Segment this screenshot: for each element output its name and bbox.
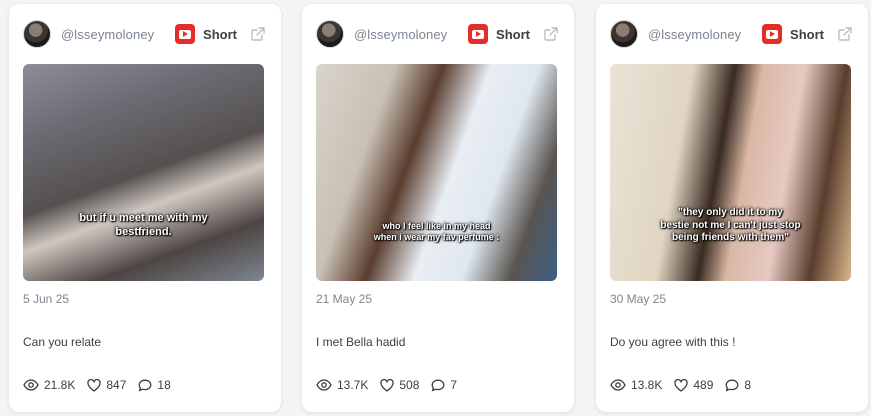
content-type-label: Short	[790, 26, 824, 42]
engagement-stats: 13.8K 489 8	[610, 378, 854, 392]
post-title: Do you agree with this !	[610, 335, 736, 349]
post-date: 5 Jun 25	[23, 292, 70, 306]
post-title: I met Bella hadid	[316, 335, 406, 349]
video-thumbnail[interactable]: but if u meet me with my bestfriend.	[23, 64, 264, 281]
comments-count: 7	[450, 378, 458, 392]
avatar[interactable]	[23, 20, 51, 48]
youtube-icon	[468, 24, 489, 44]
views-count: 13.7K	[337, 378, 369, 392]
thumbnail-caption: who I feel like in my head when i wear m…	[373, 221, 500, 243]
account-handle[interactable]: @lsseymoloney	[354, 27, 447, 42]
likes-stat: 847	[87, 378, 126, 392]
comment-icon	[138, 379, 152, 391]
avatar[interactable]	[316, 20, 344, 48]
avatar[interactable]	[610, 20, 638, 48]
card-header: @lsseymoloney Short	[610, 20, 854, 48]
comment-icon	[725, 379, 739, 391]
comments-count: 18	[157, 378, 171, 392]
post-title: Can you relate	[23, 335, 102, 349]
post-date: 21 May 25	[316, 292, 373, 306]
thumbnail-caption: but if u meet me with my bestfriend.	[79, 212, 208, 238]
eye-icon	[316, 379, 332, 391]
content-type-label: Short	[496, 26, 530, 42]
account-handle[interactable]: @lsseymoloney	[648, 27, 741, 42]
youtube-icon	[175, 24, 196, 44]
views-stat: 21.8K	[23, 378, 75, 392]
external-link-icon[interactable]	[249, 25, 267, 43]
comments-stat: 7	[431, 378, 457, 392]
card-header: @lsseymoloney Short	[23, 20, 267, 48]
views-stat: 13.8K	[610, 378, 662, 392]
engagement-stats: 21.8K 847 18	[23, 378, 267, 392]
likes-stat: 489	[674, 378, 713, 392]
post-card[interactable]: @lsseymoloney Short "they only did it to…	[596, 4, 868, 412]
comments-stat: 8	[725, 378, 751, 392]
views-count: 21.8K	[44, 378, 76, 392]
comment-icon	[431, 379, 445, 391]
comments-count: 8	[744, 378, 752, 392]
post-date: 30 May 25	[610, 292, 667, 306]
content-type-label: Short	[203, 26, 237, 42]
comments-stat: 18	[138, 378, 171, 392]
eye-icon	[610, 379, 626, 391]
heart-icon	[674, 378, 689, 392]
heart-icon	[87, 378, 102, 392]
engagement-stats: 13.7K 508 7	[316, 378, 560, 392]
post-card[interactable]: @lsseymoloney Short who I feel like in m…	[302, 4, 574, 412]
likes-count: 847	[106, 378, 127, 392]
video-thumbnail[interactable]: "they only did it to my bestie not me I …	[610, 64, 851, 281]
views-stat: 13.7K	[316, 378, 368, 392]
post-card[interactable]: @lsseymoloney Short but if u meet me wit…	[9, 4, 281, 412]
likes-stat: 508	[380, 378, 419, 392]
video-thumbnail[interactable]: who I feel like in my head when i wear m…	[316, 64, 557, 281]
account-handle[interactable]: @lsseymoloney	[61, 27, 154, 42]
external-link-icon[interactable]	[542, 25, 560, 43]
likes-count: 508	[399, 378, 420, 392]
views-count: 13.8K	[631, 378, 663, 392]
thumbnail-caption: "they only did it to my bestie not me I …	[660, 207, 801, 243]
external-link-icon[interactable]	[836, 25, 854, 43]
heart-icon	[380, 378, 395, 392]
youtube-icon	[762, 24, 783, 44]
likes-count: 489	[693, 378, 714, 392]
eye-icon	[23, 379, 39, 391]
card-header: @lsseymoloney Short	[316, 20, 560, 48]
